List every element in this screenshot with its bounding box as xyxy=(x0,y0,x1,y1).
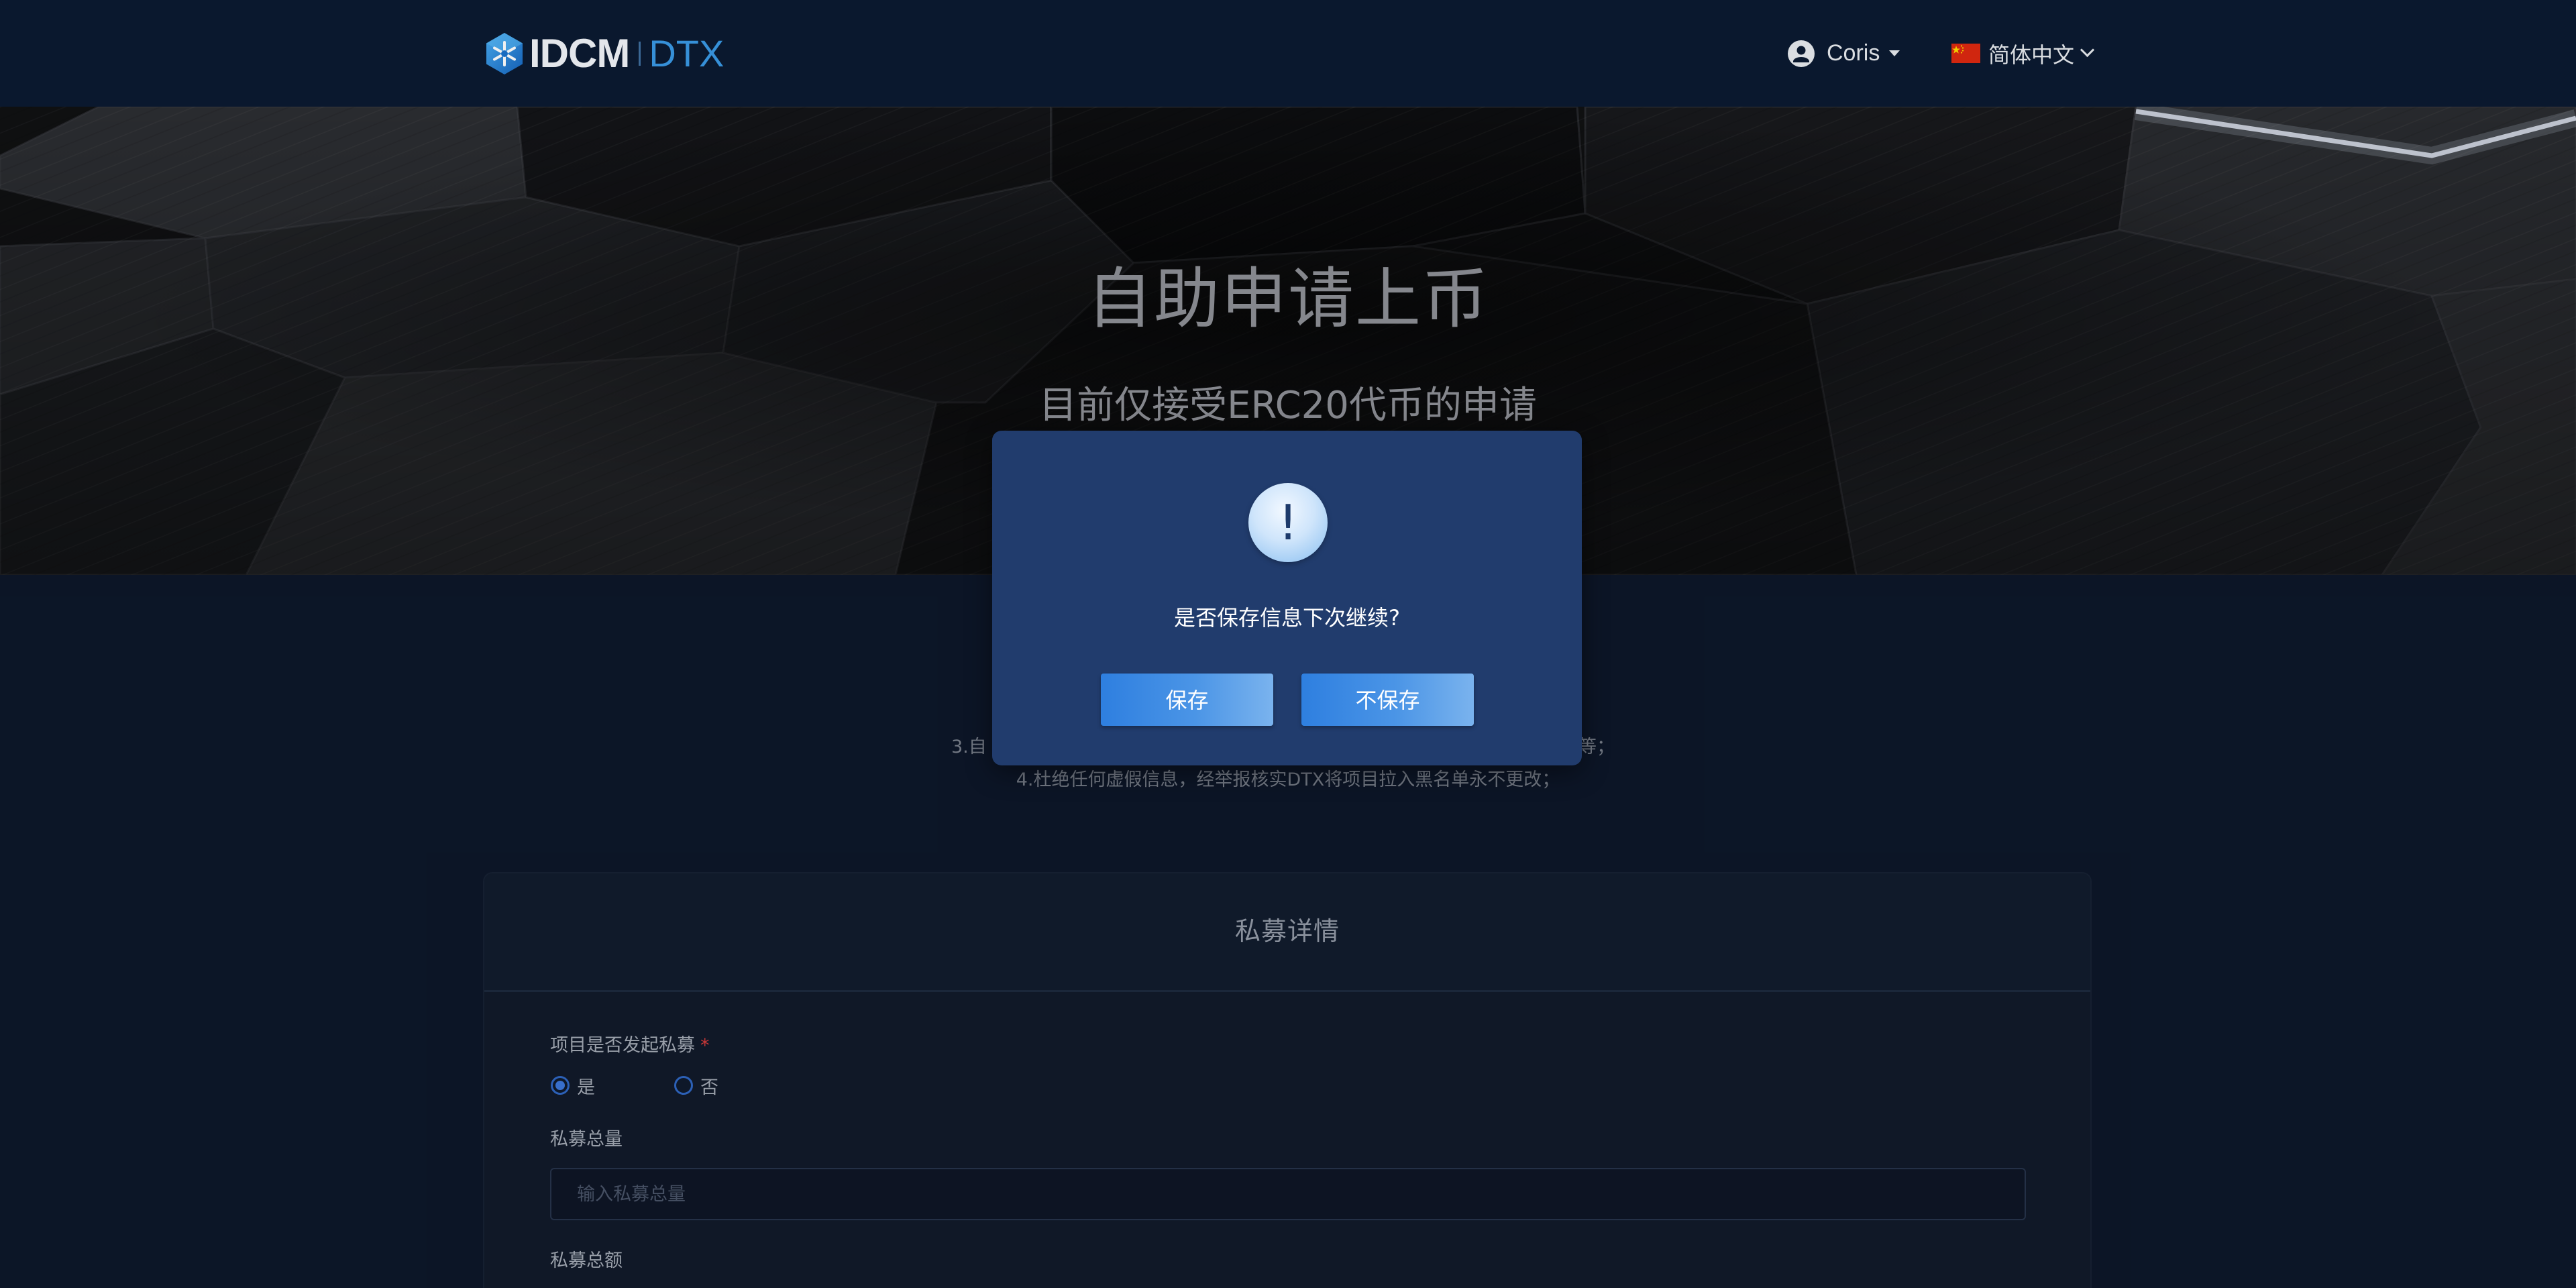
exclamation-icon: ! xyxy=(1248,483,1328,562)
save-button[interactable]: 保存 xyxy=(1101,674,1273,726)
dialog-message: 是否保存信息下次继续? xyxy=(1174,605,1400,631)
dont-save-button[interactable]: 不保存 xyxy=(1301,674,1474,726)
page: IDCM DTX Coris 简体中文 自助申请上币 目前仅接受ERC20代币的… xyxy=(0,0,2576,1288)
save-confirm-dialog: ! 是否保存信息下次继续? 保存 不保存 xyxy=(992,431,1582,765)
